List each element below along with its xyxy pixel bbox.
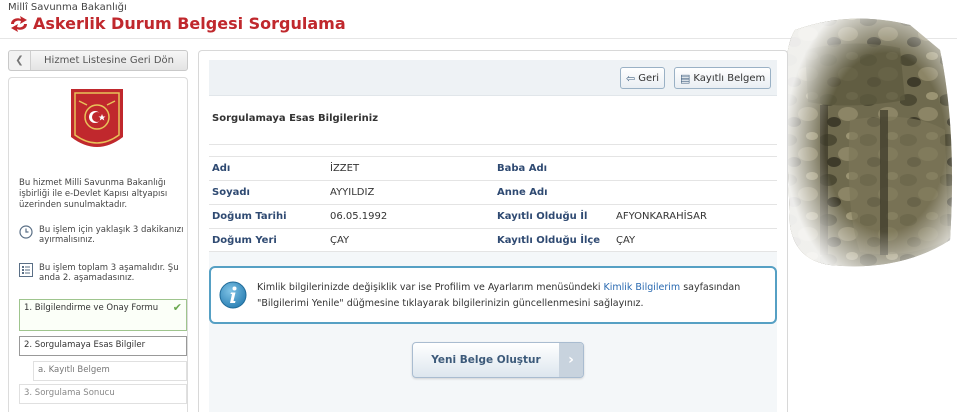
- step-2a-label: a. Kayıtlı Belgem: [38, 365, 110, 375]
- create-new-document-label: Yeni Belge Oluştur: [431, 354, 541, 366]
- chevron-right-icon: ›: [559, 343, 583, 377]
- time-info: Bu işlem için yaklaşık 3 dakikanızı ayır…: [19, 225, 184, 245]
- grid-row: Doğum Yeri ÇAY Kayıtlı Olduğu İlçe ÇAY: [209, 228, 777, 252]
- birthdate-value: 06.05.1992: [330, 211, 388, 222]
- page: Millî Savunma Bakanlığı Askerlik Durum B…: [0, 0, 957, 412]
- mother-label: Anne Adı: [497, 187, 548, 198]
- step-2a[interactable]: a. Kayıtlı Belgem: [33, 361, 187, 381]
- grid-row: Soyadı AYYILDIZ Anne Adı: [209, 180, 777, 204]
- info-icon: [219, 281, 247, 309]
- birthplace-label: Doğum Yeri: [212, 235, 277, 246]
- back-to-service-list-label: Hizmet Listesine Geri Dön: [44, 55, 174, 66]
- back-button-label: Geri: [638, 72, 660, 84]
- grid-row: Doğum Tarihi 06.05.1992 Kayıtlı Olduğu İ…: [209, 204, 777, 228]
- checkmark-icon: ✔: [172, 301, 182, 314]
- surname-value: AYYILDIZ: [330, 187, 375, 198]
- arrow-left-icon: ⇦: [626, 71, 636, 85]
- step-3-label: 3. Sorgulama Sonucu: [24, 388, 115, 398]
- step-1[interactable]: 1. Bilgilendirme ve Onay Formu ✔: [19, 299, 187, 331]
- time-info-text: Bu işlem için yaklaşık 3 dakikanızı ayır…: [39, 225, 184, 245]
- form-container: ⇦ Geri ▤ Kayıtlı Belgem Sorgulamaya Esas…: [209, 60, 777, 412]
- identity-info-link[interactable]: Kimlik Bilgilerim: [603, 282, 680, 293]
- step-3[interactable]: 3. Sorgulama Sonucu: [19, 384, 187, 404]
- district-value: ÇAY: [616, 235, 636, 246]
- clock-icon: [19, 225, 33, 239]
- back-button[interactable]: ⇦ Geri: [620, 67, 666, 89]
- birthdate-label: Doğum Tarihi: [212, 211, 287, 222]
- list-icon: [19, 263, 33, 277]
- notice-text: Kimlik bilgilerinizde değişiklik var ise…: [257, 280, 772, 312]
- page-title: Askerlik Durum Belgesi Sorgulama: [33, 14, 346, 33]
- birthplace-value: ÇAY: [330, 235, 350, 246]
- steps-info-text: Bu işlem toplam 3 aşamalıdır. Şu anda 2.…: [39, 263, 179, 283]
- notice-text-part1: Kimlik bilgilerinizde değişiklik var ise…: [257, 282, 604, 293]
- identity-update-notice: Kimlik bilgilerinizde değişiklik var ise…: [209, 266, 777, 324]
- name-value: İZZET: [330, 163, 360, 174]
- name-label: Adı: [212, 163, 231, 174]
- district-label: Kayıtlı Olduğu İlçe: [497, 235, 601, 246]
- grid-row: Adı İZZET Baba Adı: [209, 156, 777, 180]
- document-icon: ▤: [680, 71, 691, 85]
- step-1-label: 1. Bilgilendirme ve Onay Formu: [24, 303, 159, 313]
- back-to-service-list-button[interactable]: ❮ Hizmet Listesine Geri Dön: [8, 50, 188, 71]
- ministry-name: Millî Savunma Bakanlığı: [8, 2, 127, 13]
- service-description: Bu hizmet Milli Savunma Bakanlığı işbirl…: [19, 178, 168, 210]
- toolbar: ⇦ Geri ▤ Kayıtlı Belgem: [209, 60, 777, 96]
- step-2-label: 2. Sorgulamaya Esas Bilgiler: [24, 340, 146, 350]
- step-2[interactable]: 2. Sorgulamaya Esas Bilgiler: [19, 336, 187, 356]
- section-title: Sorgulamaya Esas Bilgileriniz: [212, 113, 379, 124]
- info-grid: Adı İZZET Baba Adı Soyadı AYYILDIZ Anne …: [209, 156, 777, 252]
- steps-info: Bu işlem toplam 3 aşamalıdır. Şu anda 2.…: [19, 263, 184, 283]
- father-label: Baba Adı: [497, 163, 548, 174]
- title-row: Askerlik Durum Belgesi Sorgulama: [8, 14, 346, 33]
- edevlet-logo-icon: [11, 15, 27, 32]
- section-divider: [209, 144, 777, 145]
- surname-label: Soyadı: [212, 187, 250, 198]
- registered-document-label: Kayıtlı Belgem: [693, 72, 766, 84]
- main-panel: ⇦ Geri ▤ Kayıtlı Belgem Sorgulamaya Esas…: [198, 50, 788, 412]
- chevron-left-icon: ❮: [9, 51, 31, 70]
- province-label: Kayıtlı Olduğu İl: [497, 211, 588, 222]
- sidebar: Bu hizmet Milli Savunma Bakanlığı işbirl…: [8, 77, 188, 412]
- province-value: AFYONKARAHİSAR: [616, 211, 707, 222]
- msb-emblem-icon: [71, 89, 123, 147]
- create-new-document-button[interactable]: Yeni Belge Oluştur ›: [412, 342, 584, 378]
- registered-document-button[interactable]: ▤ Kayıtlı Belgem: [674, 67, 772, 89]
